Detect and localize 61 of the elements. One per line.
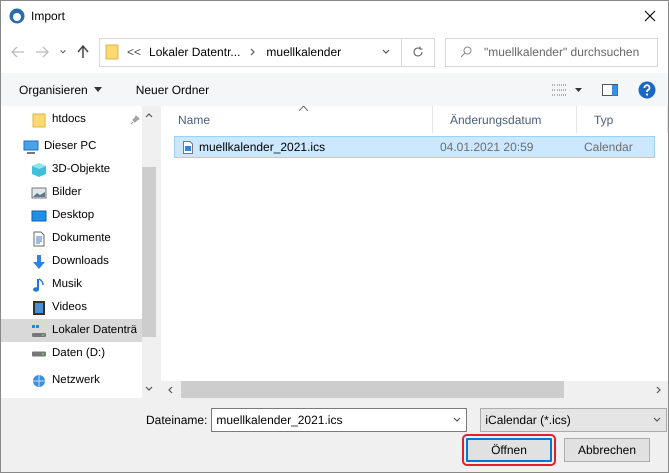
back-arrow-icon[interactable] xyxy=(11,46,25,58)
breadcrumb-segment[interactable]: Lokaler Datentr... xyxy=(149,43,240,61)
sidebar-item[interactable]: Netzwerk xyxy=(1,369,142,392)
sidebar-item[interactable]: Videos xyxy=(1,296,142,319)
picture-icon xyxy=(31,184,47,200)
calendar-file-icon xyxy=(183,140,193,154)
film-icon xyxy=(31,300,47,316)
scroll-thumb[interactable] xyxy=(181,381,564,398)
sidebar-item[interactable]: Dokumente xyxy=(1,227,142,250)
column-header[interactable]: Name xyxy=(161,106,433,133)
cube-icon xyxy=(31,162,47,178)
preview-pane-icon[interactable] xyxy=(602,84,618,96)
file-name: muellkalender_2021.ics xyxy=(199,139,326,156)
dialog-button[interactable]: Abbrechen xyxy=(564,438,650,462)
caret-icon xyxy=(94,87,102,92)
sidebar-item[interactable]: Dieser PC xyxy=(1,135,142,158)
help-icon[interactable] xyxy=(638,80,656,98)
sidebar-item[interactable]: Downloads xyxy=(1,250,142,273)
sidebar-item[interactable]: Lokaler Datenträ xyxy=(1,319,142,342)
computer-icon xyxy=(23,138,39,154)
horizontal-scrollbar[interactable] xyxy=(161,381,668,398)
close-icon xyxy=(644,10,656,22)
breadcrumb-overflow[interactable]: << xyxy=(127,43,142,61)
file-date: 04.01.2021 20:59 xyxy=(439,139,534,156)
column-header[interactable]: Änderungsdatum xyxy=(433,106,577,133)
drive-icon xyxy=(31,350,47,356)
search-icon xyxy=(460,46,472,58)
sidebar-item[interactable]: 3D-Objekte xyxy=(1,158,142,181)
pin-icon[interactable] xyxy=(130,114,140,124)
search-field[interactable]: "muellkalender" durchsuchen xyxy=(445,38,658,66)
sidebar-item[interactable]: Desktop xyxy=(1,204,142,227)
download-arrow-icon xyxy=(31,254,47,270)
window-title: Import xyxy=(31,8,66,25)
sort-caret-icon xyxy=(299,106,308,111)
folder-icon xyxy=(105,44,119,60)
breadcrumb-segment[interactable]: muellkalender xyxy=(266,43,342,61)
document-icon xyxy=(31,230,47,246)
folder-icon xyxy=(31,112,47,128)
scroll-thumb[interactable] xyxy=(142,167,156,337)
organize-menu-button[interactable]: Organisieren xyxy=(13,80,108,98)
desktop-icon xyxy=(31,208,47,224)
network-icon xyxy=(31,372,47,388)
view-options-icon[interactable] xyxy=(552,84,582,96)
sidebar-item[interactable]: htdocs xyxy=(1,108,142,131)
file-type-dropdown[interactable]: iCalendar (*.ics) xyxy=(480,408,668,432)
forward-arrow-icon[interactable] xyxy=(35,46,49,58)
app-logo-icon xyxy=(9,8,25,24)
file-row[interactable]: muellkalender_2021.ics 04.01.2021 20:59 Calendar xyxy=(174,136,655,158)
address-bar[interactable]: << Lokaler Datentr... muellkalender xyxy=(99,38,435,66)
sidebar-item[interactable]: Musik xyxy=(1,273,142,296)
up-arrow-icon[interactable] xyxy=(77,45,89,59)
sidebar-item[interactable]: Daten (D:) xyxy=(1,342,142,365)
new-folder-button[interactable]: Neuer Ordner xyxy=(136,80,210,98)
file-type: Calendar xyxy=(583,139,633,156)
system-drive-icon xyxy=(31,322,47,338)
filename-label: Dateiname: xyxy=(146,412,208,429)
refresh-icon[interactable] xyxy=(412,46,424,58)
sidebar-item[interactable]: Bilder xyxy=(1,181,142,204)
filename-field[interactable]: muellkalender_2021.ics xyxy=(211,408,468,432)
column-header[interactable]: Typ xyxy=(577,106,668,133)
scrollbar[interactable] xyxy=(142,106,156,398)
